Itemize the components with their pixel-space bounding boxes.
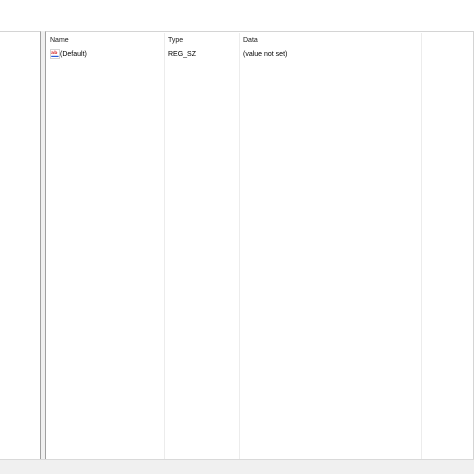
column-header-type[interactable]: Type xyxy=(168,36,183,45)
column-header-data[interactable]: Data xyxy=(243,36,258,45)
status-bar xyxy=(0,459,474,474)
value-type: REG_SZ xyxy=(168,51,197,58)
registry-editor-window: Name Type Data ab (Default) REG_SZ (valu… xyxy=(0,0,474,474)
column-divider-type-data[interactable] xyxy=(239,33,240,459)
toolbar-area xyxy=(0,0,474,31)
value-data: (value not set) xyxy=(243,51,288,58)
column-divider-name-type[interactable] xyxy=(164,33,165,459)
registry-tree-pane[interactable] xyxy=(0,31,41,459)
svg-text:ab: ab xyxy=(51,50,58,56)
value-name: (Default) xyxy=(60,51,87,58)
value-row-default[interactable]: ab (Default) REG_SZ (value not set) xyxy=(48,48,468,60)
reg-sz-string-icon: ab xyxy=(50,49,60,59)
column-header-name[interactable]: Name xyxy=(50,36,69,45)
registry-values-list[interactable]: Name Type Data ab (Default) REG_SZ (valu… xyxy=(45,31,474,459)
column-divider-data-end[interactable] xyxy=(421,33,422,459)
